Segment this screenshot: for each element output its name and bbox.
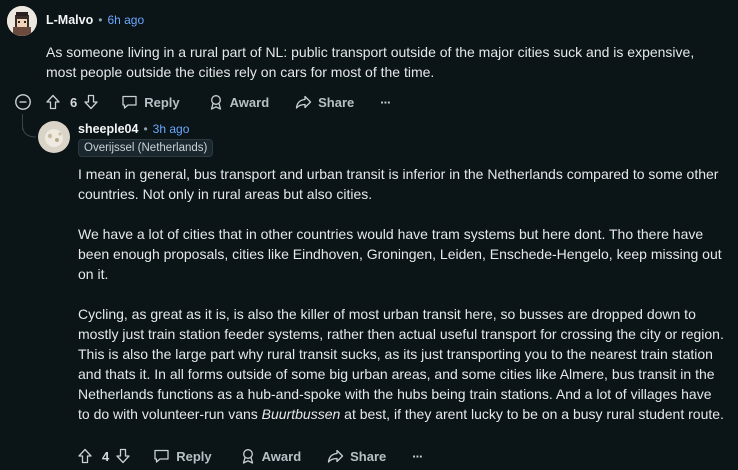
timestamp[interactable]: 3h ago xyxy=(153,122,190,136)
award-icon xyxy=(210,95,221,110)
user-flair: Overijssel (Netherlands) xyxy=(78,139,214,157)
comment-paragraph: I mean in general, bus transport and urb… xyxy=(78,166,719,202)
comment1-actions: 6 Reply Award Share ··· xyxy=(45,90,391,114)
more-options-button[interactable]: ··· xyxy=(380,95,391,110)
avatar-sheeple04[interactable] xyxy=(38,121,70,153)
paragraph-text: at best, if they arent lucky to be on a … xyxy=(340,406,724,422)
downvote-button[interactable] xyxy=(115,448,131,464)
reply-icon xyxy=(122,95,137,109)
comment1-header: L-Malvo • 6h ago xyxy=(46,13,144,27)
comment-paragraph: Cycling, as great as it is, is also the … xyxy=(78,304,726,424)
comment1-body: As someone living in a rural part of NL:… xyxy=(46,42,726,82)
share-icon xyxy=(327,449,344,463)
downvote-icon xyxy=(116,448,130,464)
award-icon xyxy=(242,449,253,464)
award-button[interactable]: Award xyxy=(240,448,302,464)
award-label: Award xyxy=(229,94,270,110)
collapse-button[interactable] xyxy=(14,93,32,111)
reply-label: Reply xyxy=(176,448,212,464)
reply-icon xyxy=(154,449,169,463)
upvote-icon xyxy=(46,94,60,110)
italic-term: Buurtbussen xyxy=(261,406,341,422)
thread-curve xyxy=(22,125,37,138)
collapse-icon xyxy=(15,94,31,110)
share-label: Share xyxy=(318,94,355,110)
comment2-actions: 4 Reply Award Share ··· xyxy=(77,444,423,468)
share-button[interactable]: Share xyxy=(327,448,386,464)
share-icon xyxy=(295,95,312,109)
paragraph-text: Cycling, as great as it is, is also the … xyxy=(78,306,724,422)
username[interactable]: L-Malvo xyxy=(46,13,93,27)
separator: • xyxy=(98,13,103,27)
comment-paragraph: We have a lot of cities that in other co… xyxy=(78,226,722,282)
vote-count: 6 xyxy=(70,94,78,110)
avatar-l-malvo[interactable] xyxy=(7,6,37,36)
comment2-header: sheeple04 • 3h ago xyxy=(78,122,189,136)
downvote-icon xyxy=(84,94,98,110)
more-options-button[interactable]: ··· xyxy=(412,449,423,464)
reply-label: Reply xyxy=(144,94,180,110)
share-button[interactable]: Share xyxy=(295,94,354,110)
comment-paragraph: As someone living in a rural part of NL:… xyxy=(46,44,695,80)
upvote-icon xyxy=(78,448,92,464)
share-label: Share xyxy=(350,448,387,464)
vote-count: 4 xyxy=(102,448,110,464)
reply-button[interactable]: Reply xyxy=(121,94,180,110)
username[interactable]: sheeple04 xyxy=(78,122,138,136)
award-button[interactable]: Award xyxy=(208,94,270,110)
reply-button[interactable]: Reply xyxy=(153,448,212,464)
timestamp[interactable]: 6h ago xyxy=(107,13,144,27)
separator: • xyxy=(143,122,148,136)
downvote-button[interactable] xyxy=(83,94,99,110)
award-label: Award xyxy=(261,448,302,464)
upvote-button[interactable] xyxy=(77,448,93,464)
comment2-body: I mean in general, bus transport and urb… xyxy=(78,164,726,424)
upvote-button[interactable] xyxy=(45,94,61,110)
